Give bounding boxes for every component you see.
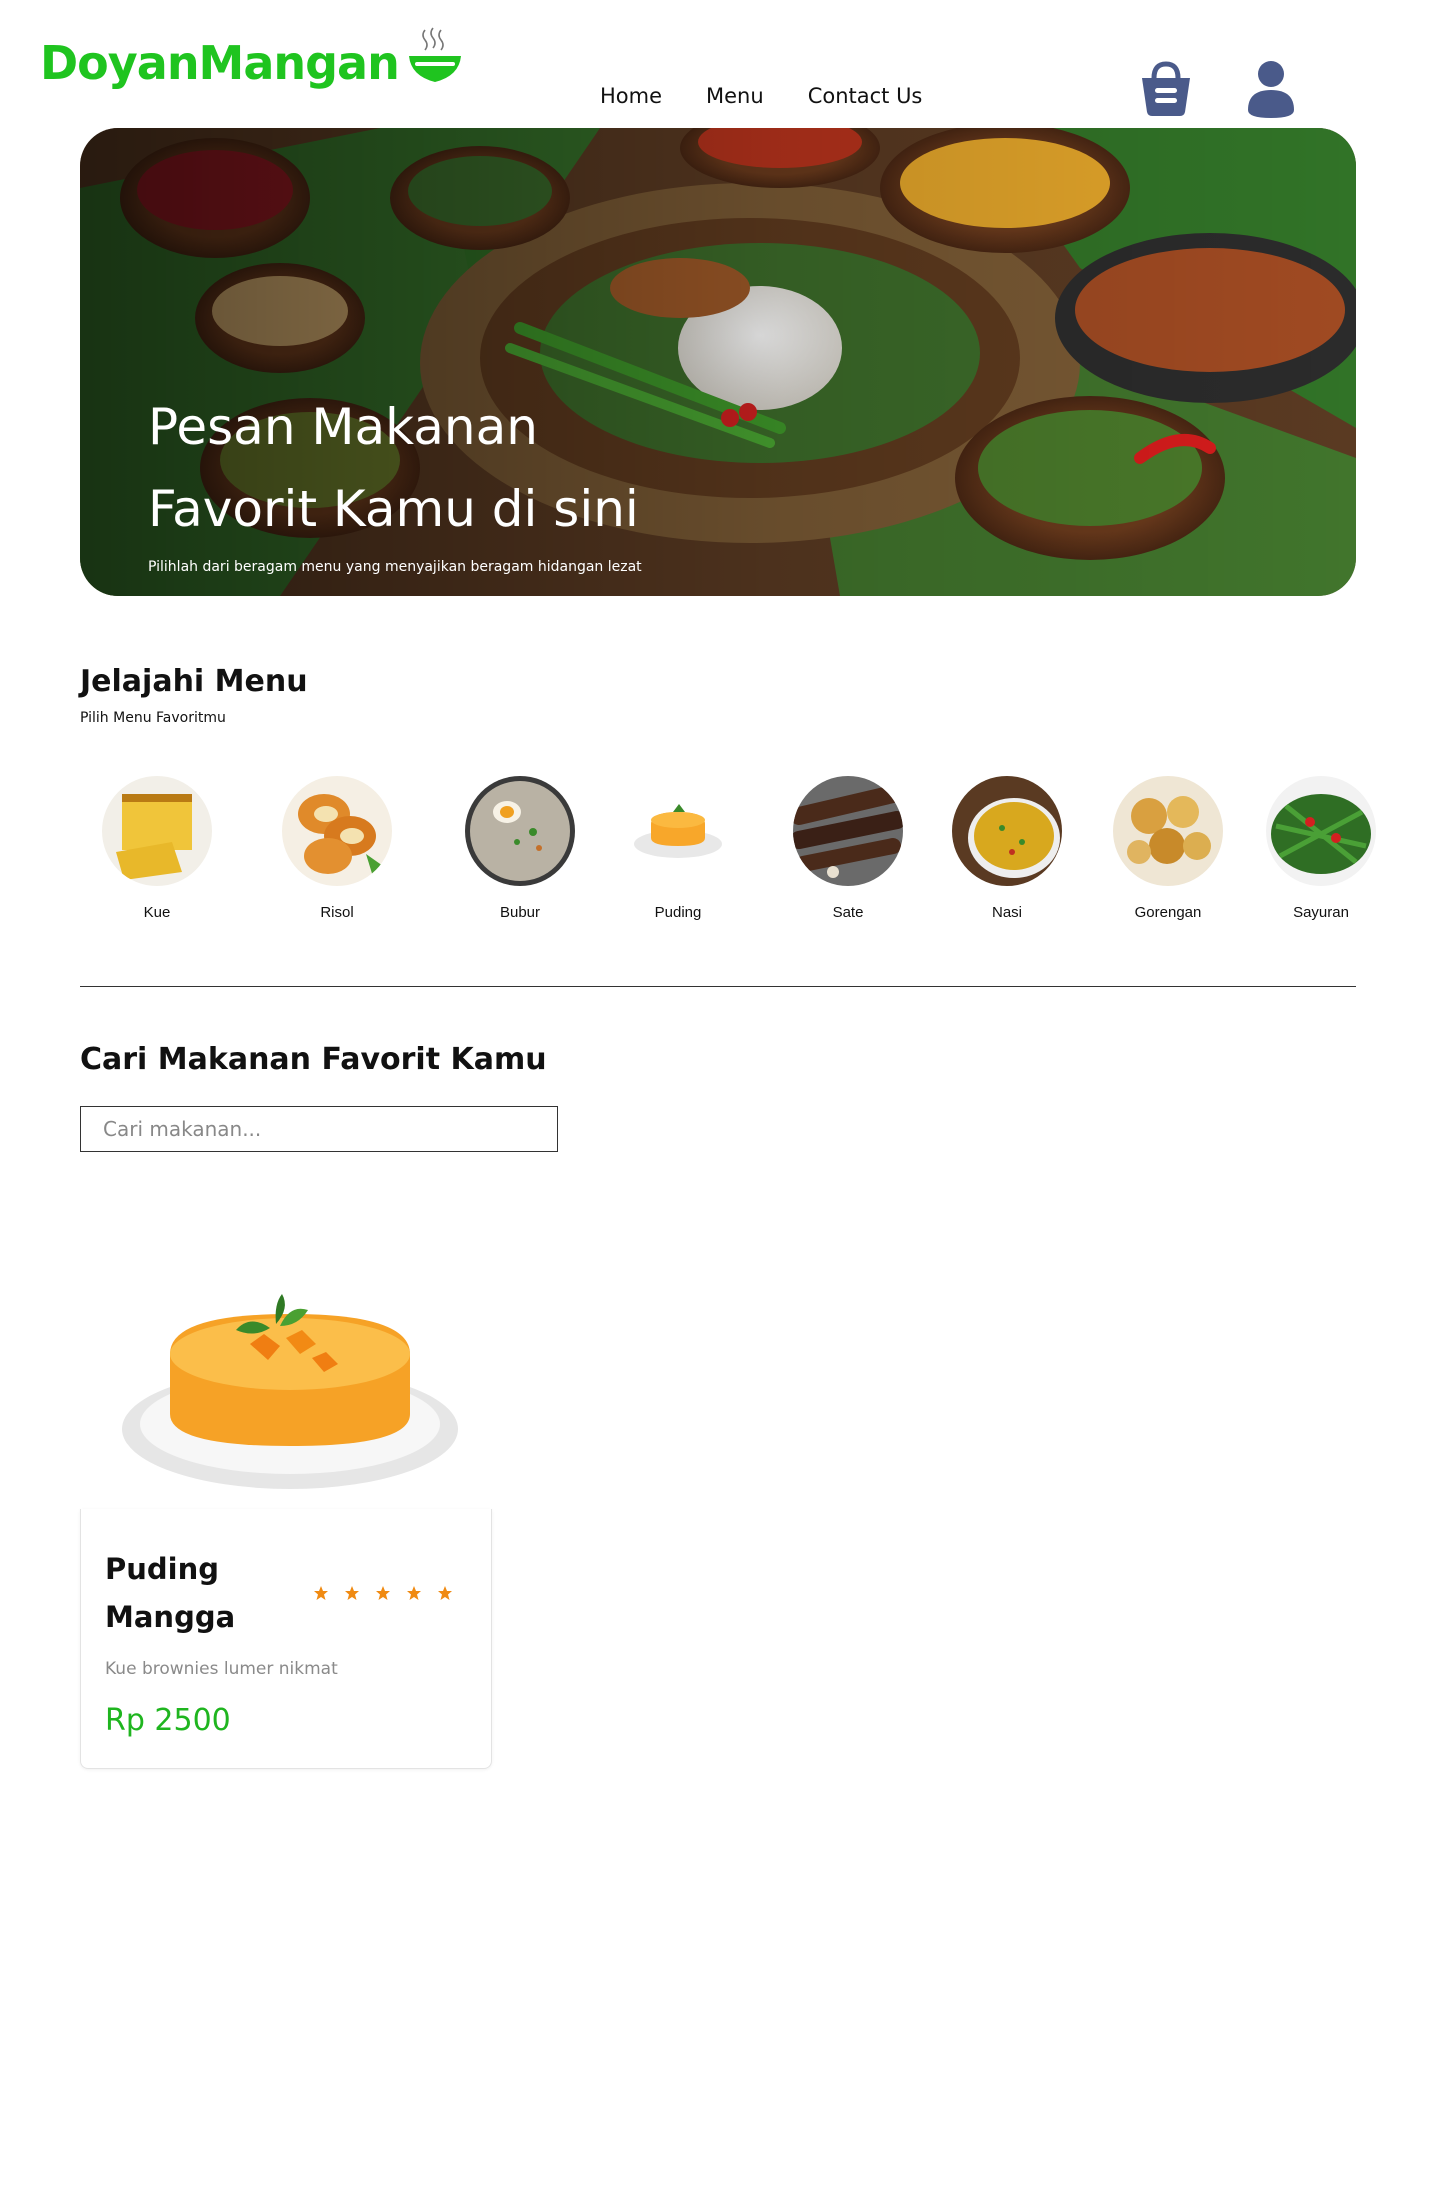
star-icon	[376, 1586, 390, 1600]
product-card[interactable]: Puding Mangga Kue brownies lumer nikmat …	[80, 1244, 492, 1769]
explore-title: Jelajahi Menu	[80, 664, 308, 699]
star-icon	[345, 1586, 359, 1600]
hero-title: Pesan Makanan Favorit Kamu di sini	[148, 386, 639, 550]
category-bubur[interactable]: Bubur	[455, 776, 585, 921]
search-input[interactable]	[80, 1106, 558, 1152]
star-icon	[438, 1586, 452, 1600]
category-label: Nasi	[991, 904, 1022, 921]
nav-menu[interactable]: Menu	[706, 84, 764, 108]
sayuran-image	[1266, 776, 1376, 886]
bubur-image	[465, 776, 575, 886]
category-label: Gorengan	[1134, 904, 1202, 921]
main-nav: Home Menu Contact Us	[600, 84, 922, 108]
category-label: Puding	[654, 904, 702, 921]
product-description: Kue brownies lumer nikmat	[105, 1659, 338, 1679]
category-label: Bubur	[499, 904, 541, 921]
category-label: Kue	[143, 904, 171, 921]
nav-home[interactable]: Home	[600, 84, 662, 108]
brand-name: DoyanMangan	[40, 36, 400, 90]
hero-subtitle: Pilihlah dari beragam menu yang menyajik…	[148, 559, 642, 575]
product-rating	[313, 1585, 453, 1601]
category-risol[interactable]: Risol	[272, 776, 402, 921]
category-list: Kue Risol Bubur Puding Sate Nasi Gorenga…	[0, 776, 1440, 936]
category-kue[interactable]: Kue	[92, 776, 222, 921]
category-sayuran[interactable]: Sayuran	[1256, 776, 1386, 921]
shopping-basket-icon[interactable]	[1138, 58, 1194, 118]
section-divider	[80, 986, 1356, 987]
gorengan-image	[1113, 776, 1223, 886]
search-title: Cari Makanan Favorit Kamu	[80, 1042, 547, 1077]
category-label: Sate	[832, 904, 864, 921]
steaming-bowl-icon	[408, 27, 461, 82]
brand-logo[interactable]: DoyanMangan	[40, 26, 463, 86]
explore-subtitle: Pilih Menu Favoritmu	[80, 710, 226, 726]
hero-title-line1: Pesan Makanan	[148, 398, 538, 456]
product-image	[80, 1244, 492, 1509]
star-icon	[407, 1586, 421, 1600]
risol-image	[282, 776, 392, 886]
puding-image	[623, 776, 733, 886]
kue-image	[102, 776, 212, 886]
product-price: Rp 2500	[105, 1703, 231, 1738]
category-label: Risol	[320, 904, 354, 921]
product-name: Puding Mangga	[105, 1552, 236, 1634]
category-label: Sayuran	[1293, 904, 1349, 921]
star-icon	[314, 1586, 328, 1600]
hero-banner: Pesan Makanan Favorit Kamu di sini Pilih…	[80, 128, 1356, 596]
category-puding[interactable]: Puding	[613, 776, 743, 921]
nasi-image	[952, 776, 1062, 886]
category-gorengan[interactable]: Gorengan	[1103, 776, 1233, 921]
user-icon[interactable]	[1246, 60, 1296, 118]
category-nasi[interactable]: Nasi	[942, 776, 1072, 921]
product-card-body: Puding Mangga Kue brownies lumer nikmat …	[80, 1509, 492, 1769]
sate-image	[793, 776, 903, 886]
hero-title-line2: Favorit Kamu di sini	[148, 480, 639, 538]
nav-contact-us[interactable]: Contact Us	[808, 84, 923, 108]
category-sate[interactable]: Sate	[783, 776, 913, 921]
